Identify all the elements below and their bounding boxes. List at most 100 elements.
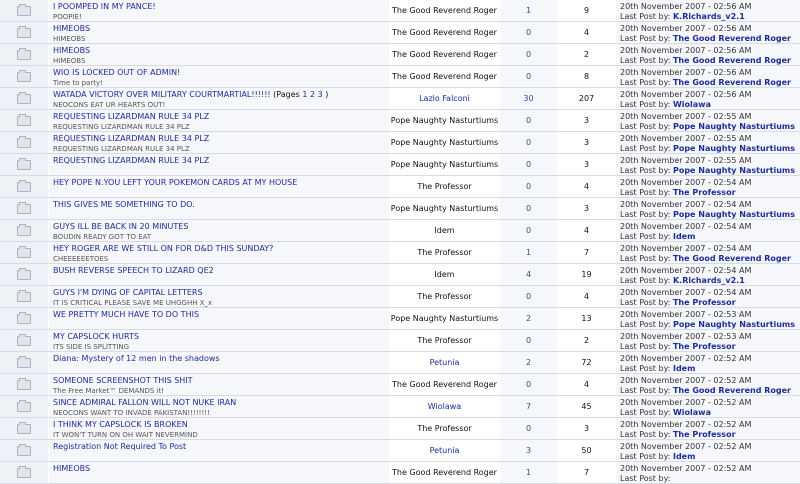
last-poster-name[interactable]: K.Richards_v2.1 (673, 12, 745, 21)
last-post-date[interactable]: 20th November 2007 - 02:52 AM (620, 442, 800, 452)
topic-starter[interactable]: Pope Naughty Nasturtiums (391, 138, 498, 147)
topic-title-link[interactable]: SINCE ADMIRAL FALLON WILL NOT NUKE IRAN (53, 398, 236, 407)
last-poster-name[interactable]: Idem (673, 452, 695, 461)
topic-starter[interactable]: Petunia (430, 358, 460, 367)
last-poster-name[interactable]: The Good Reverend Roger (673, 56, 791, 65)
topic-title-link[interactable]: I THINK MY CAPSLOCK IS BROKEN (53, 420, 188, 429)
topic-starter[interactable]: The Good Reverend Roger (392, 6, 497, 15)
last-poster-name[interactable]: K.Richards_v2.1 (673, 276, 745, 285)
replies-count[interactable]: 7 (500, 396, 558, 417)
last-poster-name[interactable]: The Good Reverend Roger (673, 254, 791, 263)
last-post-date[interactable]: 20th November 2007 - 02:56 AM (620, 46, 800, 56)
last-post-date[interactable]: 20th November 2007 - 02:52 AM (620, 398, 800, 408)
last-post-date[interactable]: 20th November 2007 - 02:54 AM (620, 200, 800, 210)
topic-title-link[interactable]: HIMEOBS (53, 464, 90, 473)
last-poster-name[interactable]: The Good Reverend Roger (673, 34, 791, 43)
topic-title-link[interactable]: REQUESTING LIZARDMAN RULE 34 PLZ (53, 112, 209, 121)
last-poster-name[interactable]: The Good Reverend Roger (673, 386, 791, 395)
topic-starter[interactable]: The Professor (417, 424, 471, 433)
last-poster-name[interactable]: Pope Naughty Nasturtiums (673, 210, 795, 219)
topic-title-link[interactable]: I POOMPED IN MY PANCE! (53, 2, 156, 11)
last-post-date[interactable]: 20th November 2007 - 02:55 AM (620, 112, 800, 122)
replies-count[interactable]: 0 (500, 22, 558, 43)
last-poster-name[interactable]: Idem (673, 364, 695, 373)
last-post-date[interactable]: 20th November 2007 - 02:54 AM (620, 288, 800, 298)
last-post-date[interactable]: 20th November 2007 - 02:52 AM (620, 464, 800, 474)
replies-count[interactable]: 3 (500, 440, 558, 461)
topic-title-link[interactable]: SOMEONE SCREENSHOT THIS SHIT (53, 376, 193, 385)
topic-starter[interactable]: Wiolawa (428, 402, 461, 411)
last-post-date[interactable]: 20th November 2007 - 02:54 AM (620, 266, 800, 276)
last-post-date[interactable]: 20th November 2007 - 02:52 AM (620, 420, 800, 430)
replies-count[interactable]: 0 (500, 198, 558, 219)
last-post-date[interactable]: 20th November 2007 - 02:54 AM (620, 244, 800, 254)
topic-title-link[interactable]: HEY POPE N.YOU LEFT YOUR POKEMON CARDS A… (53, 178, 297, 187)
last-poster-name[interactable]: The Good Reverend Roger (673, 78, 791, 87)
last-poster-name[interactable]: The Professor (673, 430, 736, 439)
topic-starter[interactable]: Pope Naughty Nasturtiums (391, 314, 498, 323)
last-post-date[interactable]: 20th November 2007 - 02:52 AM (620, 376, 800, 386)
topic-title-link[interactable]: HIMEOBS (53, 24, 90, 33)
last-poster-name[interactable]: Idem (673, 232, 695, 241)
last-post-date[interactable]: 20th November 2007 - 02:55 AM (620, 156, 800, 166)
last-poster-name[interactable]: The Professor (673, 188, 736, 197)
replies-count[interactable]: 2 (500, 352, 558, 373)
last-poster-name[interactable]: The Professor (673, 342, 736, 351)
topic-starter[interactable]: Pope Naughty Nasturtiums (391, 204, 498, 213)
last-post-date[interactable]: 20th November 2007 - 02:53 AM (620, 332, 800, 342)
topic-title-link[interactable]: THIS GIVES ME SOMETHING TO DO. (53, 200, 195, 209)
replies-count[interactable]: 1 (500, 242, 558, 263)
page-link[interactable]: 3 (318, 90, 323, 99)
last-post-date[interactable]: 20th November 2007 - 02:56 AM (620, 24, 800, 34)
last-post-date[interactable]: 20th November 2007 - 02:56 AM (620, 68, 800, 78)
topic-title-link[interactable]: GUYS I'M DYING OF CAPITAL LETTERS (53, 288, 203, 297)
topic-starter[interactable]: Petunia (430, 446, 460, 455)
replies-count[interactable]: 0 (500, 286, 558, 307)
replies-count[interactable]: 1 (500, 0, 558, 21)
topic-title-link[interactable]: HEY ROGER ARE WE STILL ON FOR D&D THIS S… (53, 244, 273, 253)
topic-starter[interactable]: The Professor (417, 292, 471, 301)
topic-starter[interactable]: The Good Reverend Roger (392, 72, 497, 81)
last-poster-name[interactable]: Pope Naughty Nasturtiums (673, 144, 795, 153)
topic-starter[interactable]: Lazlo Falconi (419, 94, 470, 103)
replies-count[interactable]: 0 (500, 418, 558, 439)
topic-title-link[interactable]: WATADA VICTORY OVER MILITARY COURTMARTIA… (53, 90, 271, 99)
replies-count[interactable]: 4 (500, 264, 558, 285)
replies-count[interactable]: 0 (500, 44, 558, 65)
topic-title-link[interactable]: HIMEOBS (53, 46, 90, 55)
last-post-date[interactable]: 20th November 2007 - 02:56 AM (620, 90, 800, 100)
last-post-date[interactable]: 20th November 2007 - 02:53 AM (620, 310, 800, 320)
last-poster-name[interactable]: Wiolawa (673, 100, 711, 109)
topic-starter[interactable]: Idem (434, 270, 454, 279)
replies-count[interactable]: 0 (500, 154, 558, 175)
topic-title-link[interactable]: MY CAPSLOCK HURTS (53, 332, 139, 341)
page-link[interactable]: 2 (310, 90, 315, 99)
topic-starter[interactable]: The Professor (417, 248, 471, 257)
last-poster-name[interactable]: Pope Naughty Nasturtiums (673, 320, 795, 329)
page-link[interactable]: 1 (302, 90, 307, 99)
replies-count[interactable]: 0 (500, 66, 558, 87)
last-post-date[interactable]: 20th November 2007 - 02:55 AM (620, 134, 800, 144)
last-post-date[interactable]: 20th November 2007 - 02:52 AM (620, 354, 800, 364)
topic-starter[interactable]: Pope Naughty Nasturtiums (391, 116, 498, 125)
topic-title-link[interactable]: WE PRETTY MUCH HAVE TO DO THIS (53, 310, 199, 319)
replies-count[interactable]: 0 (500, 330, 558, 351)
topic-starter[interactable]: The Good Reverend Roger (392, 380, 497, 389)
replies-count[interactable]: 0 (500, 110, 558, 131)
topic-title-link[interactable]: BUSH REVERSE SPEECH TO LIZARD QE2 (53, 266, 214, 275)
topic-title-link[interactable]: GUYS ILL BE BACK IN 20 MINUTES (53, 222, 188, 231)
replies-count[interactable]: 0 (500, 132, 558, 153)
replies-count[interactable]: 0 (500, 176, 558, 197)
replies-count[interactable]: 0 (500, 374, 558, 395)
last-poster-name[interactable]: Pope Naughty Nasturtiums (673, 122, 795, 131)
last-poster-name[interactable]: The Professor (673, 298, 736, 307)
topic-starter[interactable]: The Good Reverend Roger (392, 468, 497, 477)
last-poster-name[interactable]: Pope Naughty Nasturtiums (673, 166, 795, 175)
topic-starter[interactable]: The Professor (417, 336, 471, 345)
topic-starter[interactable]: Idem (434, 226, 454, 235)
last-post-date[interactable]: 20th November 2007 - 02:56 AM (620, 2, 800, 12)
replies-count[interactable]: 30 (500, 88, 558, 109)
topic-starter[interactable]: The Good Reverend Roger (392, 28, 497, 37)
topic-title-link[interactable]: WIO IS LOCKED OUT OF ADMIN! (53, 68, 180, 77)
replies-count[interactable]: 2 (500, 308, 558, 329)
